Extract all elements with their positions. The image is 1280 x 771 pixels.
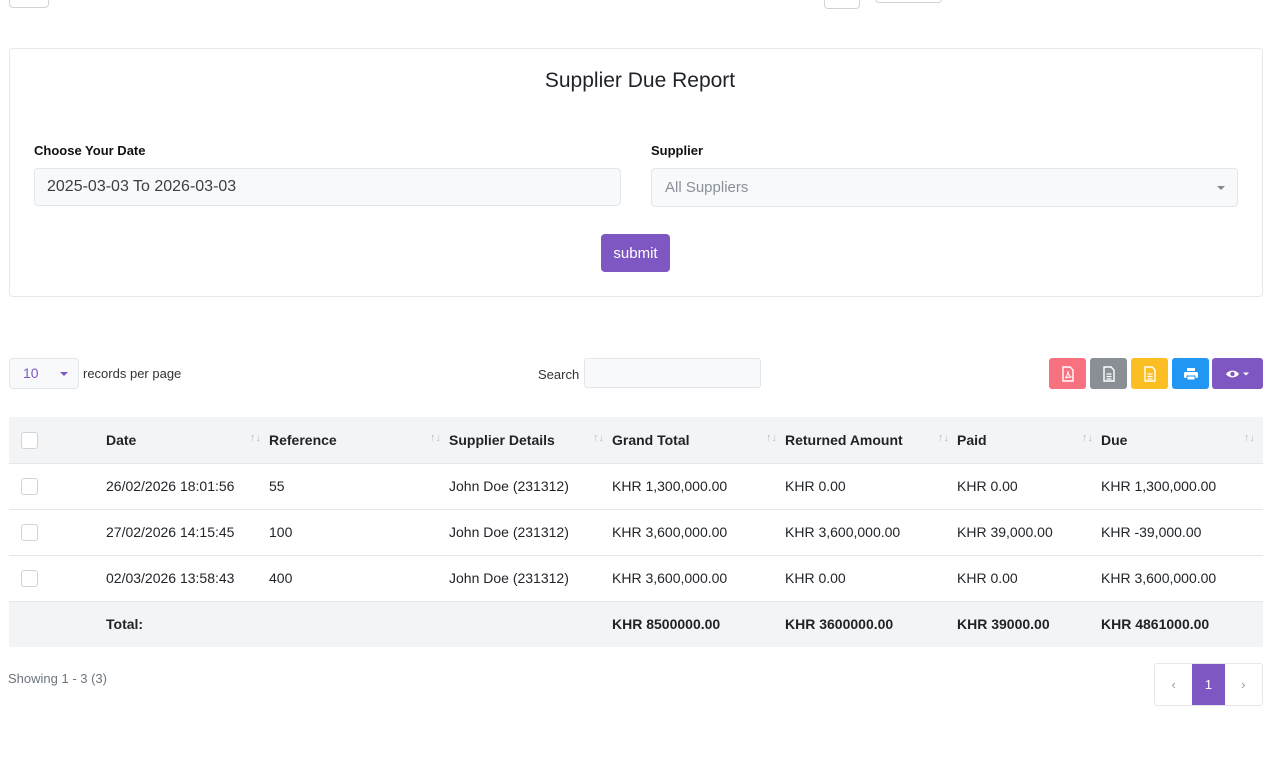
- cell-paid: KHR 39,000.00: [957, 524, 1053, 540]
- column-header-label: Returned Amount: [785, 431, 903, 448]
- supplier-select[interactable]: All Suppliers: [651, 168, 1238, 207]
- table-header-row: Date ↑↓ Reference ↑↓ Supplier Details ↑↓ Gr…: [9, 417, 1263, 463]
- pagination-next-button[interactable]: ›: [1225, 664, 1262, 705]
- row-checkbox[interactable]: [21, 477, 38, 495]
- cell-reference: 55: [269, 478, 285, 494]
- page-length-label: records per page: [83, 366, 182, 381]
- export-csv-button[interactable]: [1090, 358, 1127, 389]
- totals-label: Total:: [106, 616, 144, 633]
- column-header-due[interactable]: Due ↑↓: [1101, 417, 1263, 463]
- cell-reference: 400: [269, 570, 293, 586]
- cell-date: 02/03/2026 13:58:43: [106, 570, 235, 586]
- pdf-icon: [1061, 365, 1074, 382]
- select-all-cell: [9, 417, 106, 463]
- table-totals-row: Total: KHR 8500000.00 KHR 3600000.00 KHR…: [9, 601, 1263, 647]
- eye-icon: [1225, 370, 1249, 377]
- document-icon: [1102, 365, 1115, 382]
- column-header-paid[interactable]: Paid ↑↓: [957, 417, 1101, 463]
- records-info: Showing 1 - 3 (3): [8, 671, 107, 686]
- date-range-input[interactable]: 2025-03-03 To 2026-03-03: [34, 168, 621, 206]
- cell-supplier: John Doe (231312): [449, 524, 569, 540]
- column-header-label: Due: [1101, 431, 1128, 448]
- cell-supplier: John Doe (231312): [449, 478, 569, 494]
- column-header-label: Supplier Details: [449, 431, 555, 448]
- column-header-date[interactable]: Date ↑↓: [106, 417, 269, 463]
- supplier-due-table: Date ↑↓ Reference ↑↓ Supplier Details ↑↓ Gr…: [9, 417, 1263, 647]
- cell-date: 27/02/2026 14:15:45: [106, 524, 235, 540]
- cell-date: 26/02/2026 18:01:56: [106, 478, 235, 494]
- total-paid: KHR 39000.00: [957, 616, 1050, 633]
- page-length-select[interactable]: 10: [9, 358, 79, 389]
- top-left-button[interactable]: [9, 0, 49, 8]
- supplier-select-value: All Suppliers: [665, 179, 749, 196]
- export-pdf-button[interactable]: [1049, 358, 1086, 389]
- cell-grand-total: KHR 1,300,000.00: [612, 478, 728, 494]
- cell-grand-total: KHR 3,600,000.00: [612, 570, 728, 586]
- top-toolbar-button-small[interactable]: [824, 0, 860, 9]
- cell-due: KHR 1,300,000.00: [1101, 478, 1217, 494]
- column-header-supplier[interactable]: Supplier Details ↑↓: [449, 417, 612, 463]
- excel-icon: [1143, 365, 1156, 382]
- top-toolbar-button-wide[interactable]: [875, 0, 942, 3]
- cell-returned: KHR 0.00: [785, 570, 846, 586]
- cell-due: KHR 3,600,000.00: [1101, 570, 1217, 586]
- pagination: ‹ 1 ›: [1154, 663, 1263, 706]
- column-header-returned[interactable]: Returned Amount ↑↓: [785, 417, 957, 463]
- submit-button[interactable]: submit: [601, 234, 670, 272]
- sort-icon: ↑↓: [593, 432, 604, 444]
- cell-returned: KHR 0.00: [785, 478, 846, 494]
- sort-icon: ↑↓: [250, 432, 261, 444]
- row-checkbox[interactable]: [21, 569, 38, 587]
- sort-icon: ↑↓: [766, 432, 777, 444]
- column-header-label: Reference: [269, 431, 337, 448]
- sort-icon: ↑↓: [1082, 432, 1093, 444]
- print-button[interactable]: [1172, 358, 1209, 389]
- search-label: Search: [538, 367, 580, 382]
- table-row: 02/03/2026 13:58:43 400 John Doe (231312…: [9, 555, 1263, 601]
- total-returned: KHR 3600000.00: [785, 616, 894, 633]
- print-icon: [1183, 367, 1198, 380]
- total-due: KHR 4861000.00: [1101, 616, 1210, 633]
- page-title: Supplier Due Report: [544, 69, 736, 92]
- cell-reference: 100: [269, 524, 293, 540]
- select-all-checkbox[interactable]: [21, 431, 38, 449]
- page-length-value: 10: [23, 365, 39, 381]
- sort-icon: ↑↓: [430, 432, 441, 444]
- total-grand-total: KHR 8500000.00: [612, 616, 721, 633]
- chevron-down-icon: [60, 372, 68, 376]
- pagination-page-1[interactable]: 1: [1192, 664, 1225, 705]
- column-header-grand-total[interactable]: Grand Total ↑↓: [612, 417, 785, 463]
- cell-paid: KHR 0.00: [957, 570, 1018, 586]
- pagination-prev-button[interactable]: ‹: [1155, 664, 1192, 705]
- table-row: 27/02/2026 14:15:45 100 John Doe (231312…: [9, 509, 1263, 555]
- column-visibility-button[interactable]: [1212, 358, 1263, 389]
- column-header-label: Date: [106, 431, 137, 448]
- supplier-label: Supplier: [651, 143, 704, 158]
- column-header-reference[interactable]: Reference ↑↓: [269, 417, 449, 463]
- sort-icon: ↑↓: [1244, 432, 1255, 444]
- cell-due: KHR -39,000.00: [1101, 524, 1202, 540]
- column-header-label: Grand Total: [612, 431, 690, 448]
- cell-grand-total: KHR 3,600,000.00: [612, 524, 728, 540]
- sort-icon: ↑↓: [938, 432, 949, 444]
- row-checkbox[interactable]: [21, 523, 38, 541]
- table-row: 26/02/2026 18:01:56 55 John Doe (231312)…: [9, 463, 1263, 509]
- column-header-label: Paid: [957, 431, 987, 448]
- chevron-down-icon: [1217, 186, 1225, 190]
- search-input[interactable]: [584, 358, 761, 388]
- export-excel-button[interactable]: [1131, 358, 1168, 389]
- cell-returned: KHR 3,600,000.00: [785, 524, 901, 540]
- date-label: Choose Your Date: [34, 143, 146, 158]
- cell-paid: KHR 0.00: [957, 478, 1018, 494]
- cell-supplier: John Doe (231312): [449, 570, 569, 586]
